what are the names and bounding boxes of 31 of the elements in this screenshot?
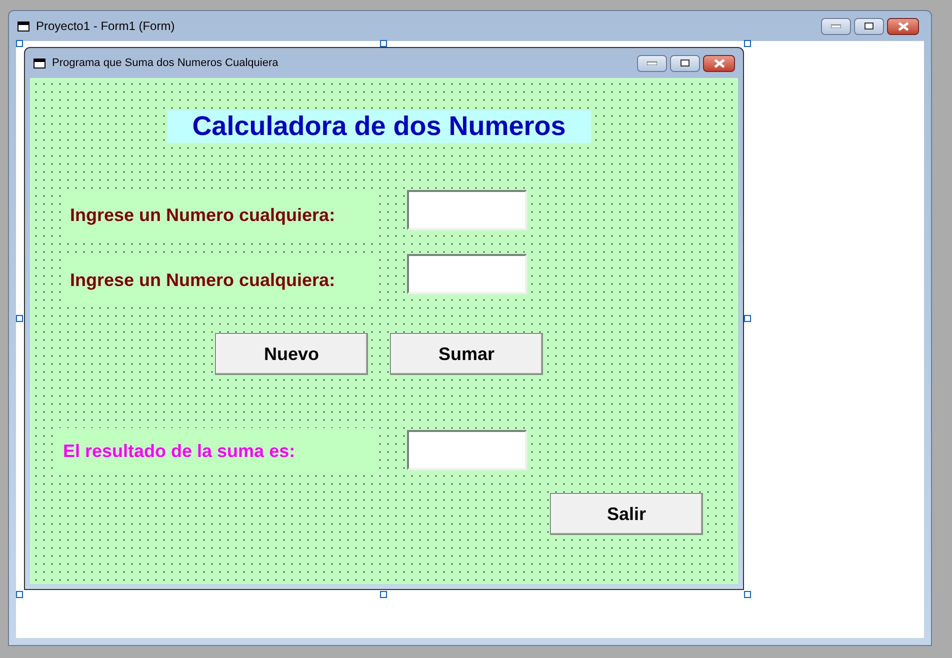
resize-handle[interactable] xyxy=(744,40,751,47)
maximize-icon xyxy=(680,59,690,67)
command-button[interactable]: Nuevo xyxy=(215,333,368,375)
input-field[interactable] xyxy=(407,190,527,230)
close-icon xyxy=(898,22,908,30)
maximize-icon xyxy=(864,22,874,30)
command-button[interactable]: Sumar xyxy=(390,333,543,375)
resize-handle[interactable] xyxy=(744,591,751,598)
form-title: Programa que Suma dos Numeros Cualquiera xyxy=(52,56,278,71)
minimize-icon xyxy=(831,24,841,28)
window-icon xyxy=(17,20,30,32)
close-button[interactable] xyxy=(887,18,919,34)
minimize-button[interactable] xyxy=(821,18,851,34)
minimize-button[interactable] xyxy=(637,54,667,72)
resize-handle[interactable] xyxy=(16,315,23,322)
command-button[interactable]: Salir xyxy=(550,493,703,535)
maximize-button[interactable] xyxy=(670,54,700,72)
close-button[interactable] xyxy=(703,54,735,72)
input-field[interactable] xyxy=(407,254,527,294)
resize-handle[interactable] xyxy=(744,315,751,322)
heading-label: Calculadora de dos Numeros xyxy=(167,110,591,143)
maximize-button[interactable] xyxy=(854,18,884,34)
resize-handle[interactable] xyxy=(380,591,387,598)
window-title: Proyecto1 - Form1 (Form) xyxy=(36,18,175,35)
resize-handle[interactable] xyxy=(380,40,387,47)
close-icon xyxy=(714,58,724,68)
resize-handle[interactable] xyxy=(16,40,23,47)
form-icon xyxy=(33,58,46,68)
input-field[interactable] xyxy=(407,430,527,470)
minimize-icon xyxy=(647,61,657,65)
resize-handle[interactable] xyxy=(16,591,23,598)
